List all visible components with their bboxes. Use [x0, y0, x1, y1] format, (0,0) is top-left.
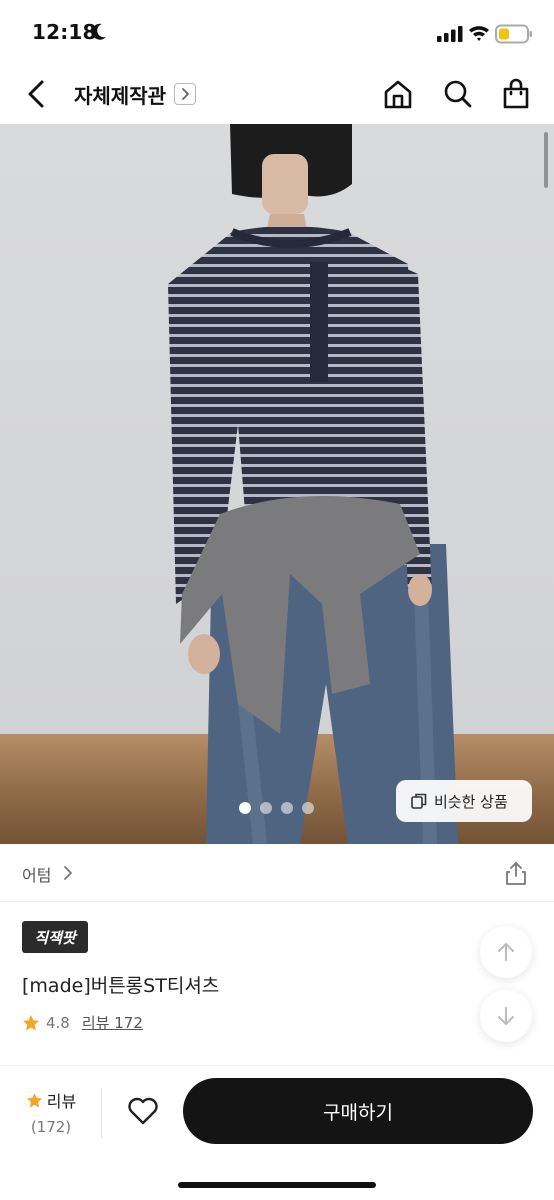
star-icon [23, 1014, 39, 1030]
title-chevron-button[interactable] [174, 83, 196, 105]
copy-icon [411, 793, 427, 809]
similar-products-button[interactable]: 비슷한 상품 [396, 780, 532, 822]
status-bar: 12:18 [0, 0, 554, 66]
moon-icon [91, 23, 106, 40]
scroll-up-button[interactable] [480, 926, 532, 978]
buy-button[interactable]: 구매하기 [183, 1078, 533, 1144]
star-icon [26, 1092, 42, 1108]
bottom-action-bar: 리뷰 (172) 구매하기 [0, 1065, 554, 1200]
review-summary-button[interactable]: 리뷰 (172) [20, 1088, 82, 1136]
scroll-indicator [544, 132, 548, 188]
wifi-icon [469, 26, 489, 41]
review-count: (172) [30, 1118, 72, 1136]
top-nav-bar: 자체제작관 [0, 66, 554, 124]
chevron-right-icon [64, 866, 72, 880]
share-icon[interactable] [503, 860, 529, 886]
heart-icon[interactable] [126, 1094, 160, 1128]
cellular-signal-icon [437, 26, 463, 42]
home-indicator [178, 1182, 376, 1188]
back-arrow-icon[interactable] [22, 78, 52, 110]
status-time: 12:18 [32, 20, 97, 44]
carousel-dot[interactable] [239, 802, 251, 814]
product-image-carousel[interactable]: 비슷한 상품 [0, 124, 554, 844]
product-photo [168, 124, 458, 844]
similar-products-label: 비슷한 상품 [434, 792, 508, 811]
chevron-right-icon [182, 88, 189, 100]
carousel-pagination [239, 802, 314, 814]
home-icon[interactable] [382, 78, 414, 110]
review-link[interactable]: 리뷰 172 [82, 1012, 143, 1033]
rating-row: 4.8 리뷰 172 [22, 1012, 143, 1033]
shopping-bag-icon[interactable] [500, 78, 532, 110]
carousel-dot[interactable] [302, 802, 314, 814]
rating-value: 4.8 [46, 1013, 70, 1032]
review-label: 리뷰 [46, 1092, 77, 1111]
carousel-dot[interactable] [281, 802, 293, 814]
search-icon[interactable] [442, 78, 474, 110]
arrow-down-icon [498, 1007, 514, 1025]
scroll-down-button[interactable] [480, 990, 532, 1042]
brand-row[interactable]: 어텀 [0, 844, 554, 902]
brand-name[interactable]: 어텀 [22, 862, 51, 886]
divider [101, 1088, 102, 1138]
carousel-dot[interactable] [260, 802, 272, 814]
page-title[interactable]: 자체제작관 [74, 80, 166, 109]
arrow-up-icon [498, 943, 514, 961]
promo-badge: 직잭팟 [22, 921, 88, 953]
product-name: [made]버튼롱ST티셔츠 [22, 975, 220, 997]
battery-icon [495, 24, 532, 44]
